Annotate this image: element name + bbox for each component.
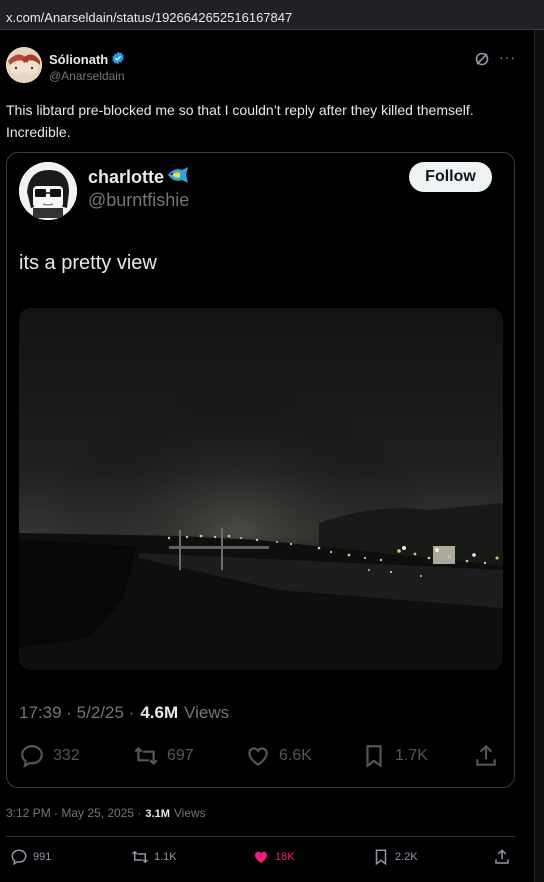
verified-badge-icon [111, 51, 125, 68]
fish-emoji-icon [166, 166, 190, 189]
quoted-share-button[interactable] [473, 743, 499, 769]
quoted-reply-count: 332 [53, 747, 80, 764]
post-action-bar: 991 1.1K 18K 2.2K [0, 848, 544, 870]
like-icon [255, 851, 267, 863]
reply-button[interactable]: 991 [10, 848, 51, 866]
quoted-author-name[interactable]: charlotte [88, 167, 164, 188]
reply-count: 991 [33, 851, 52, 863]
quoted-post-time[interactable]: 17:39 · 5/2/25 · [19, 703, 134, 723]
author-name-row[interactable]: Sólionath [49, 51, 125, 68]
quoted-bookmark-button[interactable]: 1.7K [361, 743, 428, 769]
share-icon [476, 744, 496, 766]
bookmark-icon [375, 849, 387, 866]
post-timestamp[interactable]: 3:12 PM · May 25, 2025 · [6, 806, 141, 820]
post-meta: 3:12 PM · May 25, 2025 · 3.1M Views [6, 806, 206, 820]
repost-icon [131, 850, 149, 864]
quoted-post-meta: 17:39 · 5/2/25 · 4.6M Views [19, 703, 229, 723]
quoted-author-name-row[interactable]: charlotte [88, 166, 190, 189]
browser-url-bar[interactable]: x.com/Anarseldain/status/192664265251616… [0, 0, 544, 30]
post-views-count: 3.1M [145, 808, 170, 820]
divider [6, 836, 516, 837]
quoted-action-bar: 332 697 6.6K 1.7K [19, 743, 499, 769]
window-edge [534, 30, 544, 882]
post-views-label: Views [173, 806, 206, 820]
repost-count: 1.1K [154, 851, 177, 863]
reply-icon [11, 849, 27, 866]
quoted-post-text: its a pretty view [19, 252, 157, 274]
url-text[interactable]: x.com/Anarseldain/status/192664265251616… [6, 10, 292, 25]
quoted-author-handle[interactable]: @burntfishie [88, 190, 189, 211]
share-icon [495, 849, 509, 864]
quoted-reply-button[interactable]: 332 [19, 743, 80, 769]
like-icon [248, 747, 268, 766]
quoted-post-card[interactable]: charlotte @burntfishie Follow its a pret… [6, 152, 515, 788]
night-river-photo[interactable] [19, 308, 503, 670]
repost-button[interactable]: 1.1K [131, 848, 177, 866]
quoted-views-label: Views [184, 703, 230, 722]
quoted-bookmark-count: 1.7K [395, 747, 428, 764]
post-text: This libtard pre-blocked me so that I co… [6, 102, 474, 140]
quoted-views-count: 4.6M [140, 703, 179, 722]
quoted-author-avatar[interactable] [19, 162, 77, 220]
quoted-repost-button[interactable]: 697 [133, 743, 194, 769]
follow-button[interactable]: Follow [409, 162, 492, 192]
more-icon[interactable]: ··· [499, 49, 516, 65]
quoted-repost-count: 697 [167, 747, 194, 764]
bookmark-button[interactable]: 2.2K [372, 848, 418, 866]
like-button[interactable]: 18K [252, 848, 295, 866]
grok-icon[interactable] [474, 51, 490, 67]
share-button[interactable] [493, 848, 511, 866]
repost-icon [134, 746, 158, 766]
author-name[interactable]: Sólionath [49, 52, 108, 67]
author-avatar[interactable] [6, 47, 42, 83]
reply-icon [21, 745, 43, 768]
bookmark-count: 2.2K [395, 851, 418, 863]
bookmark-icon [366, 745, 382, 768]
author-handle[interactable]: @Anarseldain [49, 69, 125, 83]
like-count: 18K [275, 851, 295, 863]
quoted-like-button[interactable]: 6.6K [245, 743, 312, 769]
quoted-like-count: 6.6K [279, 747, 312, 764]
